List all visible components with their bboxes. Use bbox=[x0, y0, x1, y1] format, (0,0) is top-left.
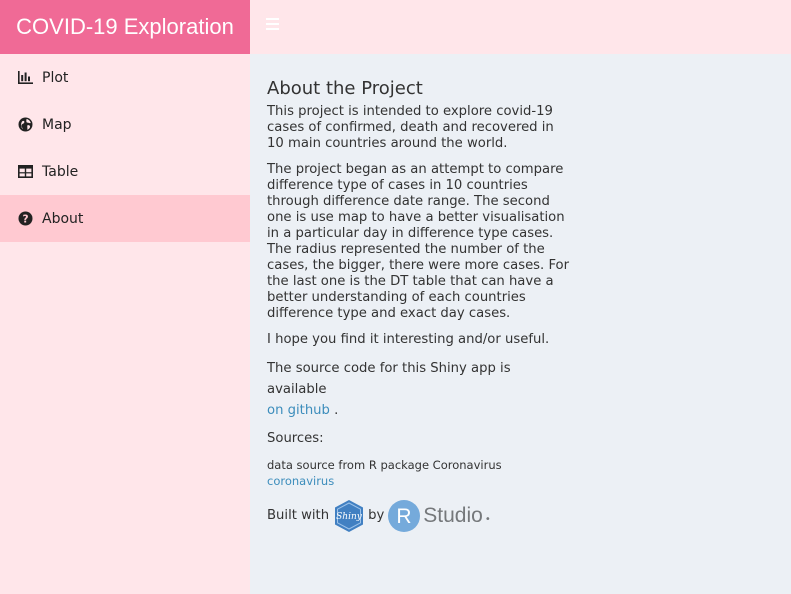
data-source-line: data source from R package Coronavirus c… bbox=[267, 457, 572, 489]
shiny-logo[interactable]: Shiny bbox=[333, 499, 365, 533]
source-code-text: The source code for this Shiny app is av… bbox=[267, 361, 511, 397]
top-navbar bbox=[250, 0, 791, 54]
sidebar-item-about[interactable]: ? About bbox=[0, 195, 250, 242]
globe-icon bbox=[17, 117, 33, 133]
period-text: . bbox=[334, 403, 339, 418]
description-paragraph: The project began as an attempt to compa… bbox=[267, 162, 570, 321]
built-with-line: Built with Shiny by R Studio • bbox=[267, 499, 572, 533]
sources-label: Sources: bbox=[267, 431, 324, 446]
sidebar-toggle-icon[interactable] bbox=[266, 18, 279, 32]
coronavirus-link[interactable]: coronavirus bbox=[267, 474, 334, 488]
built-with-text: Built with bbox=[267, 508, 330, 523]
rstudio-dot: • bbox=[484, 514, 491, 525]
table-icon bbox=[17, 164, 33, 180]
github-link[interactable]: on github bbox=[267, 403, 330, 418]
app-title[interactable]: COVID-19 Exploration bbox=[0, 0, 250, 54]
intro-paragraph: This project is intended to explore covi… bbox=[267, 104, 554, 151]
sidebar-item-map[interactable]: Map bbox=[0, 101, 250, 148]
data-source-text: data source from R package Coronavirus bbox=[267, 458, 502, 472]
bar-chart-icon bbox=[17, 70, 33, 86]
rstudio-logo[interactable]: R Studio • bbox=[388, 500, 491, 532]
rstudio-r-icon: R bbox=[388, 500, 421, 532]
sidebar-item-label: Table bbox=[42, 163, 79, 180]
main-content: About the Project This project is intend… bbox=[250, 54, 791, 594]
sidebar: Plot Map Table ? About bbox=[0, 54, 250, 594]
sidebar-item-label: About bbox=[42, 210, 84, 227]
sidebar-item-table[interactable]: Table bbox=[0, 148, 250, 195]
sidebar-item-plot[interactable]: Plot bbox=[0, 54, 250, 101]
rstudio-text: Studio bbox=[423, 504, 483, 527]
sidebar-item-label: Map bbox=[42, 116, 72, 133]
sidebar-item-label: Plot bbox=[42, 69, 69, 86]
by-text: by bbox=[368, 508, 385, 523]
svg-text:R: R bbox=[397, 505, 412, 528]
svg-text:?: ? bbox=[22, 213, 28, 225]
source-code-paragraph: The source code for this Shiny app is av… bbox=[267, 358, 572, 421]
svg-text:Shiny: Shiny bbox=[336, 512, 363, 522]
question-circle-icon: ? bbox=[17, 211, 33, 227]
page-title: About the Project bbox=[267, 78, 423, 99]
about-section: About the Project This project is intend… bbox=[267, 54, 572, 533]
hope-paragraph: I hope you find it interesting and/or us… bbox=[267, 332, 550, 347]
